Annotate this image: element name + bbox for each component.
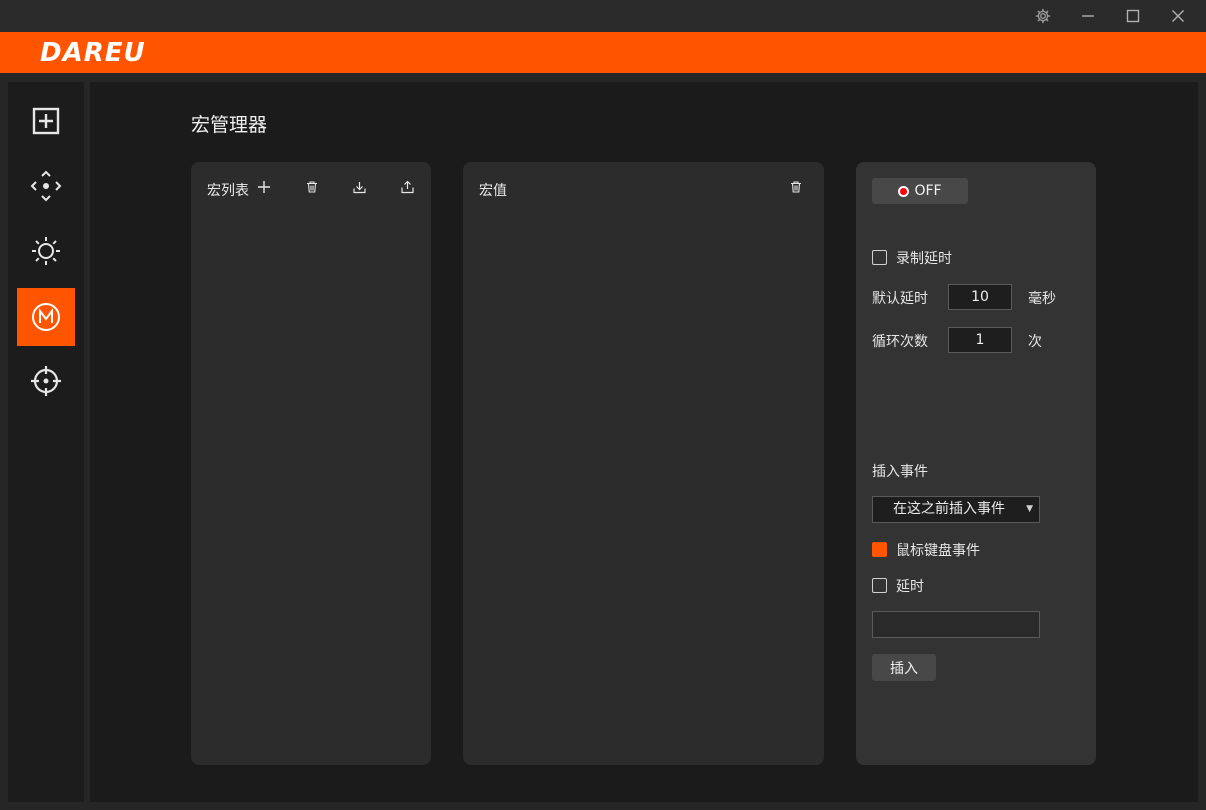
loop-count-label: 循环次数: [872, 334, 928, 350]
main-content: 宏管理器 宏列表 宏值 OFF 录制延时 默认延时 10 毫秒 循环次数 1 次…: [90, 82, 1198, 802]
move-arrows-icon: [30, 170, 62, 202]
sidebar: [8, 82, 84, 802]
sidebar-item-sensor[interactable]: [17, 352, 75, 410]
page-title: 宏管理器: [191, 114, 268, 136]
close-icon[interactable]: [1164, 4, 1192, 28]
macro-values-panel: 宏值: [463, 162, 824, 765]
record-delay-label: 录制延时: [896, 251, 952, 267]
import-macro-button[interactable]: [350, 178, 368, 196]
trash-icon: [791, 181, 801, 193]
macro-values-header: 宏值: [479, 183, 507, 199]
brand-logo: DAREU: [40, 38, 146, 68]
sidebar-item-macro[interactable]: [17, 288, 75, 346]
record-toggle-label: OFF: [914, 183, 942, 199]
loop-count-unit: 次: [1028, 334, 1042, 350]
sidebar-item-key-assign[interactable]: [17, 92, 75, 150]
title-bar: [0, 0, 1206, 32]
import-icon: [352, 181, 366, 193]
brand-bar: DAREU: [0, 32, 1206, 73]
delay-checkbox[interactable]: [872, 578, 887, 593]
export-macro-button[interactable]: [398, 178, 416, 196]
delay-label: 延时: [896, 579, 924, 595]
record-dot-icon: [898, 185, 910, 197]
delay-value-input[interactable]: [872, 611, 1040, 638]
macro-list-panel: 宏列表: [191, 162, 431, 765]
mouse-keyboard-checkbox[interactable]: [872, 542, 887, 557]
crosshair-icon: [31, 366, 61, 396]
loop-count-input[interactable]: [948, 327, 1012, 353]
delete-macro-button[interactable]: [303, 178, 321, 196]
macro-list-header: 宏列表: [207, 183, 249, 199]
insert-button[interactable]: 插入: [872, 654, 936, 681]
sidebar-item-dpi[interactable]: [17, 157, 75, 215]
insert-event-label: 插入事件: [872, 464, 928, 480]
record-delay-checkbox[interactable]: [872, 250, 887, 265]
add-macro-button[interactable]: [255, 178, 273, 196]
record-toggle-button[interactable]: OFF: [872, 178, 968, 204]
export-icon: [400, 180, 414, 193]
default-delay-label: 默认延时: [872, 291, 928, 307]
gear-icon[interactable]: [1029, 4, 1057, 28]
default-delay-unit: 毫秒: [1028, 291, 1056, 307]
sidebar-item-lighting[interactable]: [17, 222, 75, 280]
add-icon: [258, 181, 270, 193]
insert-position-select[interactable]: 在这之前插入事件 ▼: [872, 496, 1040, 523]
dropdown-caret-icon: ▼: [1026, 504, 1033, 514]
delete-value-button[interactable]: [787, 178, 805, 196]
minimize-icon[interactable]: [1074, 4, 1102, 28]
macro-settings-panel: OFF 录制延时 默认延时 毫秒 循环次数 次 插入事件 在这之前插入事件 ▼ …: [856, 162, 1096, 765]
default-delay-input[interactable]: [948, 284, 1012, 310]
brightness-icon: [32, 237, 60, 265]
mouse-keyboard-label: 鼠标键盘事件: [896, 543, 980, 559]
macro-m-icon: [32, 303, 60, 331]
plus-square-icon: [32, 107, 60, 135]
maximize-icon[interactable]: [1119, 4, 1147, 28]
insert-position-value: 在这之前插入事件: [893, 501, 1005, 517]
trash-icon: [307, 181, 317, 193]
